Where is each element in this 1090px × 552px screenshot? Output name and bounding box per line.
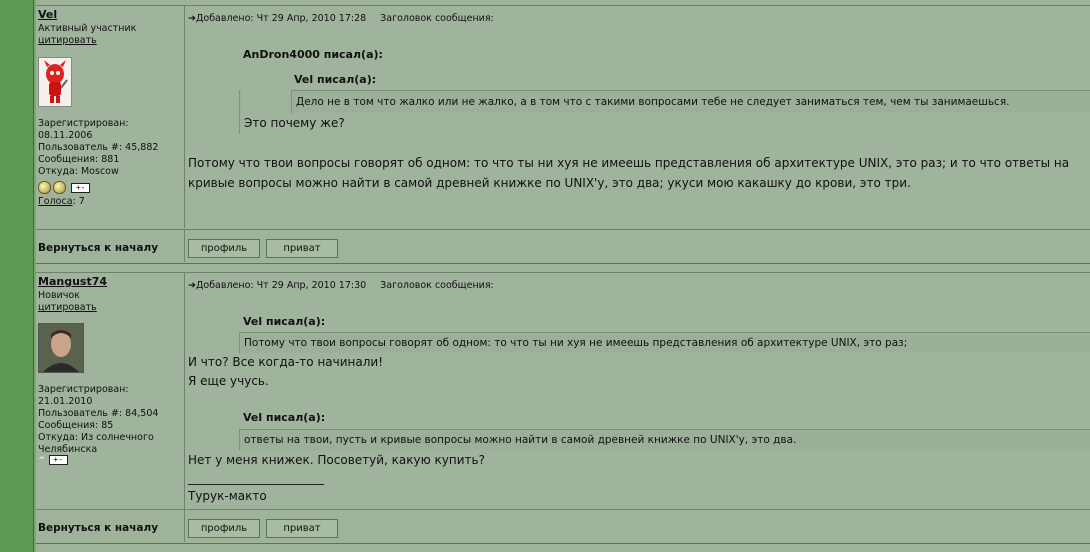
registered-label: Зарегистрирован: <box>38 118 129 129</box>
author-name-link[interactable]: Vel <box>38 8 57 21</box>
post-subject-label: Заголовок сообщения: <box>380 13 494 24</box>
quote-text: ответы на твои, пусть и кривые вопросы м… <box>239 429 1090 450</box>
author-stats: Зарегистрирован: 21.01.2010 Пользователь… <box>38 384 182 456</box>
medals: +- <box>38 181 91 194</box>
post-text-line: Я еще учусь. <box>188 374 269 388</box>
nested-quote-text: Дело не в том что жалко или не жалко, а … <box>291 90 1090 113</box>
author-name-link[interactable]: Mangust74 <box>38 275 107 288</box>
author-stats: Зарегистрирован: 08.11.2006 Пользователь… <box>38 118 182 178</box>
post-author-panel: Mangust74 Новичок цитировать Зарегистрир… <box>36 273 185 509</box>
location: Откуда: Moscow <box>38 166 119 177</box>
message-count: Сообщения: 85 <box>38 420 114 431</box>
post-text-line: Потому что твои вопросы говорят об одном… <box>188 156 1070 170</box>
post-separator <box>36 543 1090 544</box>
post-date: Добавлено: Чт 29 Апр, 2010 17:28 <box>195 13 367 24</box>
rank-icon: ^ <box>38 456 46 466</box>
signature-separator <box>188 484 324 485</box>
post-author-panel: Vel Активный участник цитировать Зарегис… <box>36 6 185 228</box>
quote-author: Vel писал(а): <box>243 315 326 328</box>
post-vel: Vel Активный участник цитировать Зарегис… <box>36 5 1090 228</box>
post-link-icon[interactable]: ➔ <box>188 13 196 24</box>
post-header: ➔Добавлено: Чт 29 Апр, 2010 17:30 Заголов… <box>188 280 494 291</box>
post-footer: Вернуться к началу профиль приват <box>36 229 1090 262</box>
left-border-stripe <box>0 0 34 552</box>
back-to-top-link[interactable]: Вернуться к началу <box>38 522 158 534</box>
post-mangust74: Mangust74 Новичок цитировать Зарегистрир… <box>36 272 1090 509</box>
post-body: ➔Добавлено: Чт 29 Апр, 2010 17:28 Заголов… <box>185 6 1090 228</box>
post-text-line: кривые вопросы можно найти в самой древн… <box>188 176 911 190</box>
quote-link[interactable]: цитировать <box>38 302 97 313</box>
post-text-line: И что? Все когда-то начинали! <box>188 355 384 369</box>
message-count: Сообщения: 881 <box>38 154 120 165</box>
plus-minus-icon[interactable]: +- <box>71 182 91 193</box>
post-text-line: Нет у меня книжек. Посоветуй, какую купи… <box>188 453 485 467</box>
footer-divider <box>184 230 185 262</box>
votes: Голоса: 7 <box>38 196 85 207</box>
votes-value: : 7 <box>72 196 85 207</box>
medals: ^ +- <box>38 455 68 466</box>
plus-minus-icon[interactable]: +- <box>48 455 68 465</box>
medal-icon <box>53 181 66 194</box>
quote-text: Это почему же? <box>244 116 345 130</box>
post-link-icon[interactable]: ➔ <box>188 280 196 291</box>
post-body: ➔Добавлено: Чт 29 Апр, 2010 17:30 Заголов… <box>185 273 1090 509</box>
post-header: ➔Добавлено: Чт 29 Апр, 2010 17:28 Заголов… <box>188 13 494 24</box>
medal-icon <box>38 181 51 194</box>
profile-button[interactable]: профиль <box>188 239 260 258</box>
quote-author: AnDron4000 писал(а): <box>243 48 383 61</box>
user-number: Пользователь #: 84,504 <box>38 408 159 419</box>
forum-thread: Vel Активный участник цитировать Зарегис… <box>36 0 1090 552</box>
registered-label: Зарегистрирован: <box>38 384 129 395</box>
pm-button[interactable]: приват <box>266 519 338 538</box>
registered-date: 08.11.2006 <box>38 130 93 141</box>
location: Откуда: Из солнечного <box>38 432 154 443</box>
pm-button[interactable]: приват <box>266 239 338 258</box>
post-separator <box>36 263 1090 264</box>
registered-date: 21.01.2010 <box>38 396 93 407</box>
author-rank: Активный участник <box>38 23 137 34</box>
footer-divider <box>184 510 185 542</box>
quote-border <box>239 90 241 134</box>
votes-link[interactable]: Голоса <box>38 196 73 207</box>
avatar <box>38 57 72 107</box>
user-number: Пользователь #: 45,882 <box>38 142 159 153</box>
quote-author: Vel писал(а): <box>243 411 326 424</box>
profile-button[interactable]: профиль <box>188 519 260 538</box>
signature: Турук-макто <box>188 489 267 503</box>
author-rank: Новичок <box>38 290 80 301</box>
nested-quote-author: Vel писал(а): <box>294 73 377 86</box>
avatar <box>38 323 84 373</box>
quote-link[interactable]: цитировать <box>38 35 97 46</box>
back-to-top-link[interactable]: Вернуться к началу <box>38 242 158 254</box>
post-date: Добавлено: Чт 29 Апр, 2010 17:30 <box>195 280 367 291</box>
post-footer: Вернуться к началу профиль приват <box>36 509 1090 542</box>
post-subject-label: Заголовок сообщения: <box>380 280 494 291</box>
quote-text: Потому что твои вопросы говорят об одном… <box>239 332 1090 353</box>
